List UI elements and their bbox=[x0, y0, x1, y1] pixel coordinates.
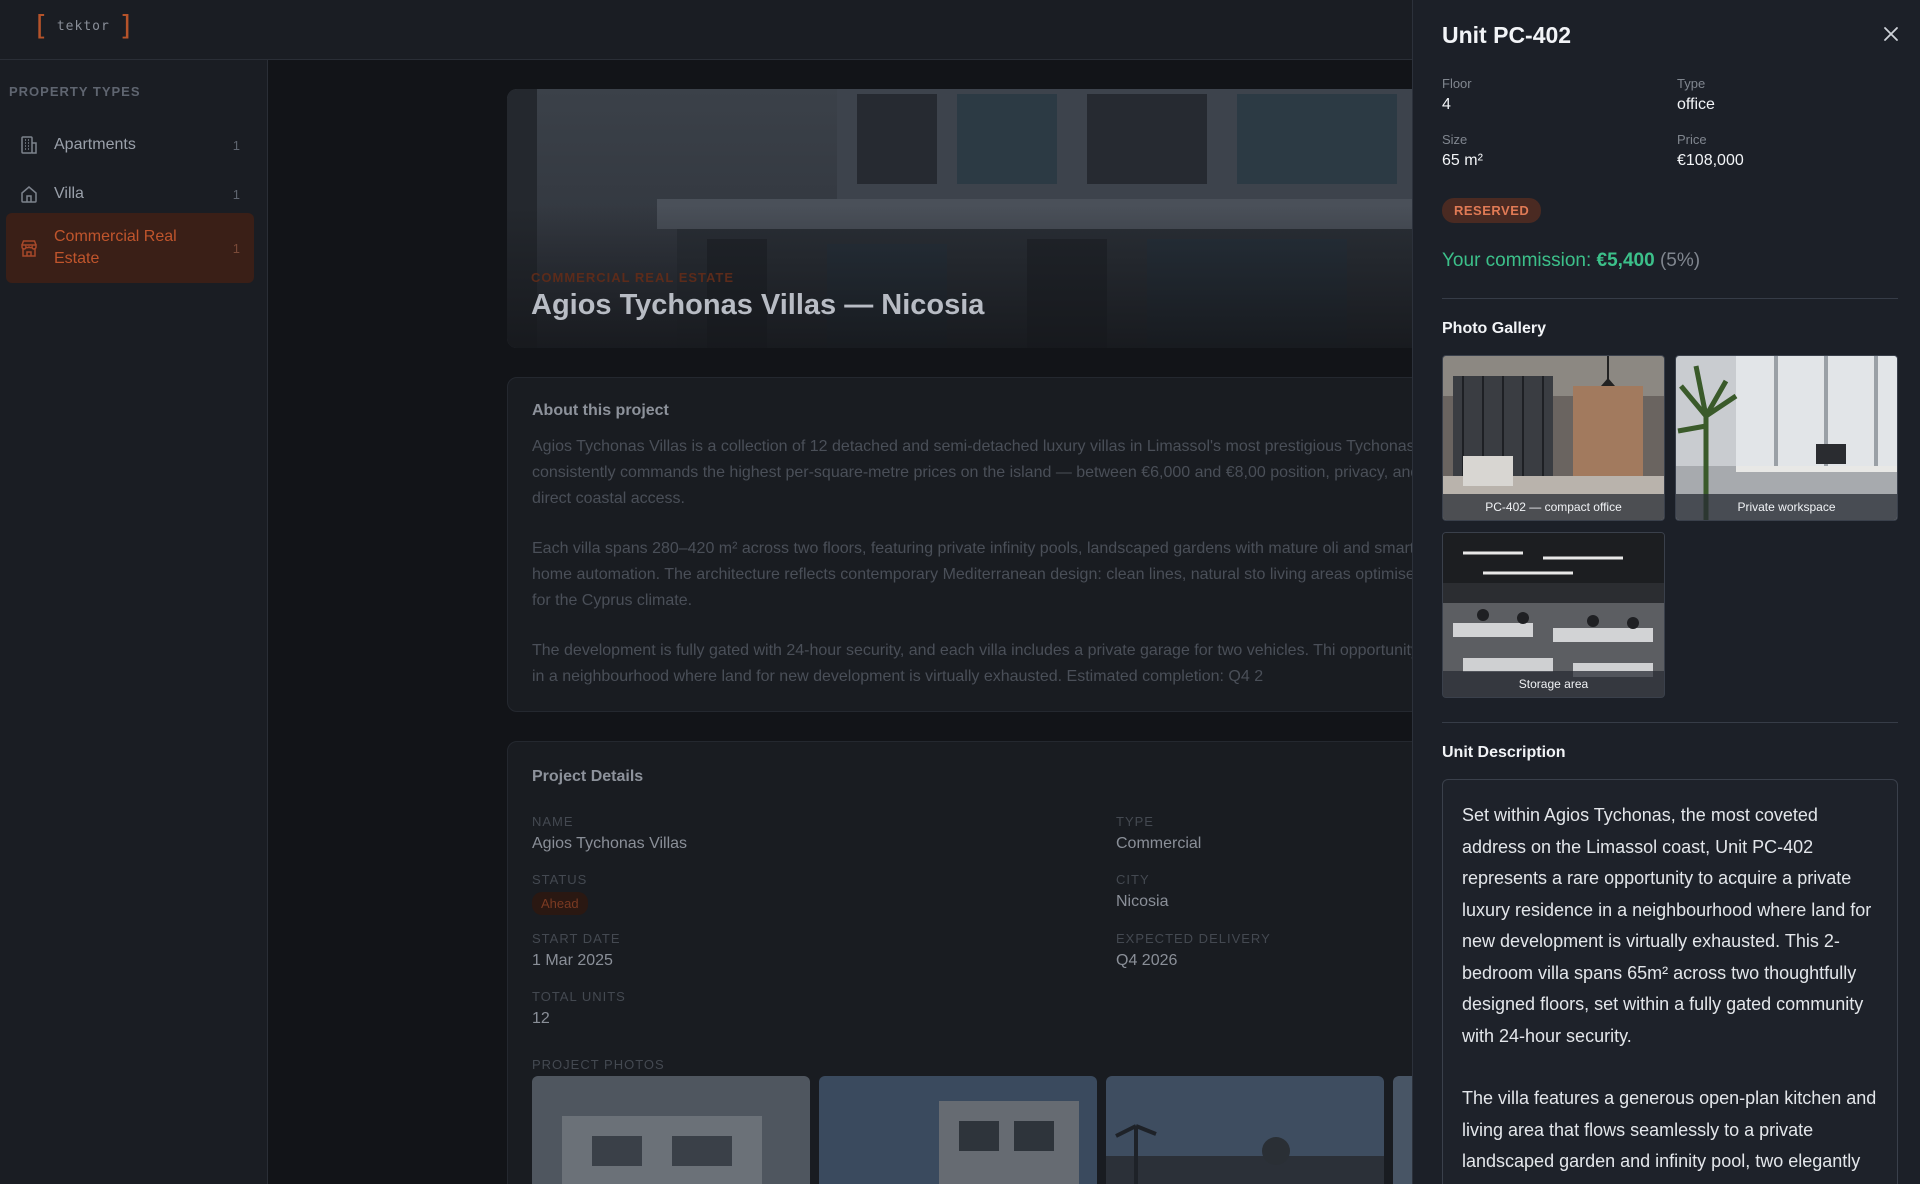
gallery-caption: Private workspace bbox=[1676, 494, 1897, 520]
total-units-value: 12 bbox=[532, 1010, 550, 1027]
about-paragraph: Agios Tychonas Villas is a collection of… bbox=[532, 438, 1412, 507]
floor-value: 4 bbox=[1442, 96, 1451, 113]
sidebar-item-count: 1 bbox=[232, 186, 240, 202]
project-details-card: Project Details NAME Agios Tychonas Vill… bbox=[507, 741, 1412, 1184]
commission-label: Your commission: bbox=[1442, 250, 1592, 271]
city-label: CITY bbox=[1116, 872, 1150, 887]
city-value: Nicosia bbox=[1116, 893, 1169, 910]
sidebar-item-count: 1 bbox=[232, 137, 240, 153]
status-badge: Ahead bbox=[532, 892, 588, 915]
store-icon bbox=[18, 237, 40, 259]
status-label: STATUS bbox=[532, 872, 588, 887]
sidebar-item-commercial-real-estate[interactable]: Commercial Real Estate 1 bbox=[6, 213, 254, 283]
sidebar-item-label: Villa bbox=[54, 185, 84, 202]
about-paragraph: The development is fully gated with 24-h… bbox=[532, 642, 1412, 685]
logo[interactable]: [ tektor ] bbox=[32, 9, 135, 42]
unit-description-title: Unit Description bbox=[1442, 744, 1566, 761]
divider bbox=[1442, 722, 1898, 723]
price-value: €108,000 bbox=[1677, 152, 1744, 169]
floor-label: Floor bbox=[1442, 76, 1472, 91]
close-button[interactable] bbox=[1879, 22, 1903, 46]
type-label: Type bbox=[1677, 76, 1706, 91]
delivery-label: EXPECTED DELIVERY bbox=[1116, 931, 1271, 946]
gallery-photo[interactable]: PC-402 — compact office bbox=[1442, 355, 1665, 521]
sidebar-item-apartments[interactable]: Apartments 1 bbox=[6, 124, 254, 166]
project-photos-label: PROJECT PHOTOS bbox=[532, 1057, 665, 1072]
commission-percent: (5%) bbox=[1659, 250, 1701, 271]
name-value: Agios Tychonas Villas bbox=[532, 835, 688, 852]
project-photo[interactable] bbox=[1393, 1076, 1412, 1184]
size-label: Size bbox=[1442, 132, 1468, 147]
description-paragraph: The villa features a generous open-plan … bbox=[1462, 1088, 1877, 1171]
unit-detail-drawer: Unit PC-402 Floor 4 Type office Size 65 … bbox=[1412, 0, 1920, 1184]
start-date-label: START DATE bbox=[532, 931, 621, 946]
description-paragraph: Set within Agios Tychonas, the most cove… bbox=[1462, 805, 1872, 1046]
commission-line: Your commission: €5,400 (5%) bbox=[1442, 250, 1700, 272]
logo-text: tektor bbox=[56, 18, 110, 34]
about-title: About this project bbox=[532, 402, 669, 419]
start-date-value: 1 Mar 2025 bbox=[532, 952, 613, 969]
divider bbox=[1442, 298, 1898, 299]
project-photo[interactable] bbox=[532, 1076, 810, 1184]
building-icon bbox=[18, 134, 40, 156]
photo-gallery-title: Photo Gallery bbox=[1442, 320, 1547, 337]
type-value: Commercial bbox=[1116, 835, 1202, 852]
hero-category: COMMERCIAL REAL ESTATE bbox=[531, 270, 735, 285]
hero-title: Agios Tychonas Villas — Nicosia bbox=[531, 289, 985, 321]
delivery-value: Q4 2026 bbox=[1116, 952, 1178, 969]
sidebar-item-count: 1 bbox=[232, 240, 240, 256]
sidebar-item-villa[interactable]: Villa 1 bbox=[6, 173, 254, 215]
sidebar-item-label: Commercial Real Estate bbox=[54, 228, 177, 267]
close-icon bbox=[1884, 27, 1898, 41]
unit-title: Unit PC-402 bbox=[1442, 22, 1572, 48]
project-photo[interactable] bbox=[819, 1076, 1097, 1184]
sidebar: PROPERTY TYPES Apartments 1 Villa 1 Comm… bbox=[0, 60, 268, 1184]
sidebar-item-label: Apartments bbox=[54, 136, 136, 153]
sidebar-title: PROPERTY TYPES bbox=[9, 84, 141, 99]
project-photo[interactable] bbox=[1106, 1076, 1384, 1184]
about-paragraph: Each villa spans 280–420 m² across two f… bbox=[532, 540, 1412, 609]
gallery-caption: PC-402 — compact office bbox=[1443, 494, 1664, 520]
total-units-label: TOTAL UNITS bbox=[532, 989, 626, 1004]
unit-description-box: Set within Agios Tychonas, the most cove… bbox=[1442, 779, 1898, 1184]
logo-bracket-left: [ bbox=[32, 9, 49, 42]
reserved-badge: RESERVED bbox=[1442, 198, 1542, 223]
top-bar: [ tektor ] bbox=[0, 0, 1412, 60]
gallery-caption: Storage area bbox=[1443, 671, 1664, 697]
home-icon bbox=[18, 183, 40, 205]
details-title: Project Details bbox=[532, 768, 644, 785]
logo-bracket-right: ] bbox=[117, 9, 135, 42]
type-label: TYPE bbox=[1116, 814, 1154, 829]
name-label: NAME bbox=[532, 814, 574, 829]
price-label: Price bbox=[1677, 132, 1707, 147]
gallery-photo[interactable]: Private workspace bbox=[1675, 355, 1898, 521]
commission-value: €5,400 bbox=[1596, 250, 1655, 271]
about-card: About this project Agios Tychonas Villas… bbox=[507, 377, 1412, 712]
main-content: COMMERCIAL REAL ESTATE Agios Tychonas Vi… bbox=[268, 60, 1412, 1184]
size-value: 65 m² bbox=[1442, 152, 1483, 169]
gallery-photo[interactable]: Storage area bbox=[1442, 532, 1665, 698]
type-value: office bbox=[1677, 96, 1715, 113]
project-hero: COMMERCIAL REAL ESTATE Agios Tychonas Vi… bbox=[507, 89, 1412, 348]
